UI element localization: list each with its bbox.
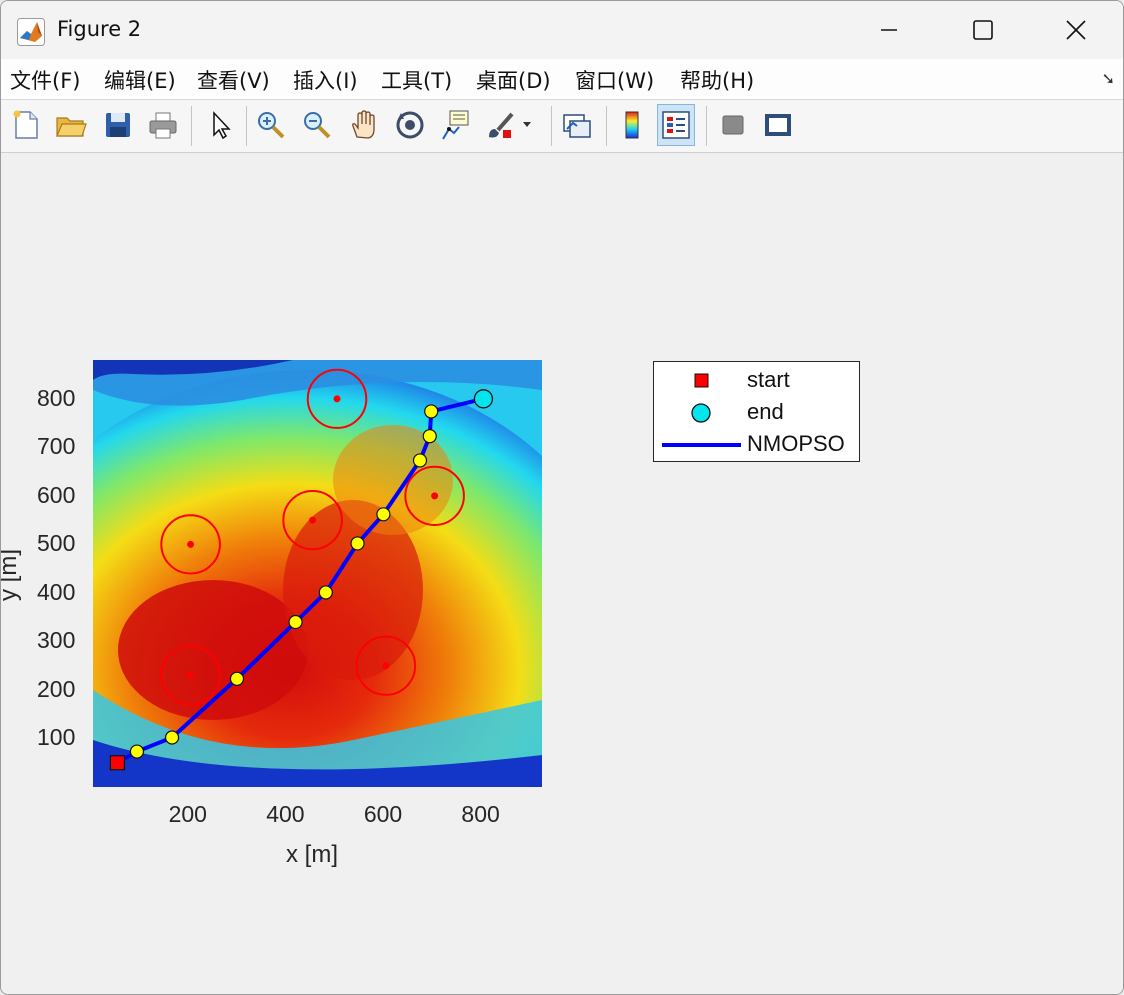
dock-arrow-icon[interactable]: ➘ [1102, 69, 1115, 88]
zoom-in-icon [258, 112, 285, 139]
zoom-out-button[interactable] [298, 104, 336, 146]
folder-open-icon [56, 117, 87, 137]
waypoint-marker [412, 453, 428, 468]
y-axis-label: y [m] [0, 549, 22, 601]
hand-icon [352, 110, 375, 139]
menu-help[interactable]: 帮助(H) [680, 65, 754, 95]
matlab-icon [17, 18, 45, 46]
waypoint-marker [229, 671, 245, 686]
legend-icon [662, 111, 690, 139]
x-axis-label: x [m] [286, 841, 338, 868]
terrain-background [93, 360, 542, 787]
link-plot-icon [563, 114, 591, 138]
y-tick-label: 100 [37, 724, 76, 751]
menu-file[interactable]: 文件(F) [10, 65, 80, 95]
hide-plot-tools-icon [722, 115, 744, 135]
start-marker [109, 755, 126, 771]
data-tip-icon [442, 110, 469, 140]
end-marker [473, 389, 494, 409]
obstacle-center [187, 540, 195, 548]
menu-bar: 文件(F) 编辑(E) 查看(V) 插入(I) 工具(T) 桌面(D) 窗口(W… [1, 59, 1123, 100]
new-file-icon [13, 110, 38, 139]
y-tick-label: 300 [37, 627, 76, 654]
obstacle-center [333, 395, 341, 403]
maximize-button[interactable] [938, 1, 1028, 59]
save-button[interactable] [99, 104, 137, 146]
waypoint-marker [318, 585, 333, 600]
zoom-out-icon [304, 112, 331, 139]
brush-icon [489, 112, 531, 138]
legend-end-marker [691, 403, 711, 423]
legend-label-path: NMOPSO [747, 431, 845, 456]
figure-toolbar [1, 100, 1123, 153]
figure-window: Figure 2 文件(F) 编辑(E) 查看(V) 插入(I) 工具(T) 桌… [0, 0, 1124, 995]
waypoint-marker [164, 730, 180, 745]
obstacle-center [382, 662, 390, 670]
printer-icon [149, 112, 177, 139]
pan-button[interactable] [345, 104, 383, 146]
insert-colorbar-button[interactable] [613, 104, 651, 146]
waypoint-marker [129, 744, 145, 759]
show-plot-tools-icon [765, 114, 791, 136]
legend-path-line [662, 443, 741, 447]
close-icon [1066, 20, 1086, 40]
minimize-button[interactable] [844, 1, 934, 59]
obstacle-center [187, 671, 195, 679]
hide-plot-tools-button[interactable] [714, 104, 752, 146]
waypoint-marker [350, 536, 365, 551]
x-tick-label: 800 [461, 801, 500, 827]
legend-start-marker [694, 373, 709, 388]
rotate-3d-button[interactable] [391, 104, 429, 146]
pointer-arrow-icon [213, 111, 231, 140]
obstacle-center [309, 516, 317, 524]
menu-desktop[interactable]: 桌面(D) [476, 65, 551, 95]
legend-entry-start: start [654, 365, 859, 397]
x-tick-label: 200 [168, 801, 207, 827]
data-cursor-button[interactable] [437, 104, 475, 146]
colorbar-icon [625, 111, 639, 139]
obstacle-center [431, 492, 439, 500]
zoom-in-button[interactable] [252, 104, 290, 146]
waypoint-marker [422, 429, 437, 444]
legend-label-end: end [747, 399, 784, 424]
x-tick-label: 600 [363, 801, 403, 827]
legend[interactable]: start end NMOPSO [653, 361, 860, 462]
floppy-disk-icon [106, 113, 130, 137]
insert-legend-button[interactable] [657, 104, 695, 146]
legend-label-start: start [747, 367, 790, 392]
y-tick-label: 200 [37, 675, 76, 702]
new-figure-button[interactable] [7, 104, 45, 146]
open-file-button[interactable] [52, 104, 90, 146]
y-tick-label: 500 [37, 530, 76, 557]
print-button[interactable] [144, 104, 182, 146]
y-tick-label: 700 [37, 433, 76, 460]
edit-plot-button[interactable] [201, 104, 239, 146]
y-tick-label: 800 [37, 384, 76, 411]
y-tick-label: 400 [37, 578, 76, 605]
menu-insert[interactable]: 插入(I) [293, 65, 358, 95]
link-plot-button[interactable] [558, 104, 596, 146]
terrain-plot[interactable] [93, 360, 542, 787]
menu-window[interactable]: 窗口(W) [575, 65, 654, 95]
legend-entry-path: NMOPSO [654, 429, 859, 461]
show-plot-tools-button[interactable] [759, 104, 797, 146]
waypoint-marker [424, 404, 439, 419]
brush-button[interactable] [485, 104, 533, 146]
waypoint-marker [288, 614, 303, 630]
x-tick-label: 400 [266, 801, 305, 827]
legend-entry-end: end [654, 397, 859, 429]
close-button[interactable] [1031, 1, 1121, 59]
title-bar: Figure 2 [1, 1, 1123, 59]
y-tick-label: 600 [37, 481, 76, 508]
menu-view[interactable]: 查看(V) [197, 65, 270, 95]
rotate-3d-icon [396, 111, 424, 139]
maximize-icon [973, 20, 993, 40]
menu-edit[interactable]: 编辑(E) [104, 65, 176, 95]
waypoint-marker [376, 507, 391, 522]
minimize-icon [881, 29, 897, 31]
menu-tools[interactable]: 工具(T) [381, 65, 452, 95]
window-title: Figure 2 [57, 17, 142, 41]
